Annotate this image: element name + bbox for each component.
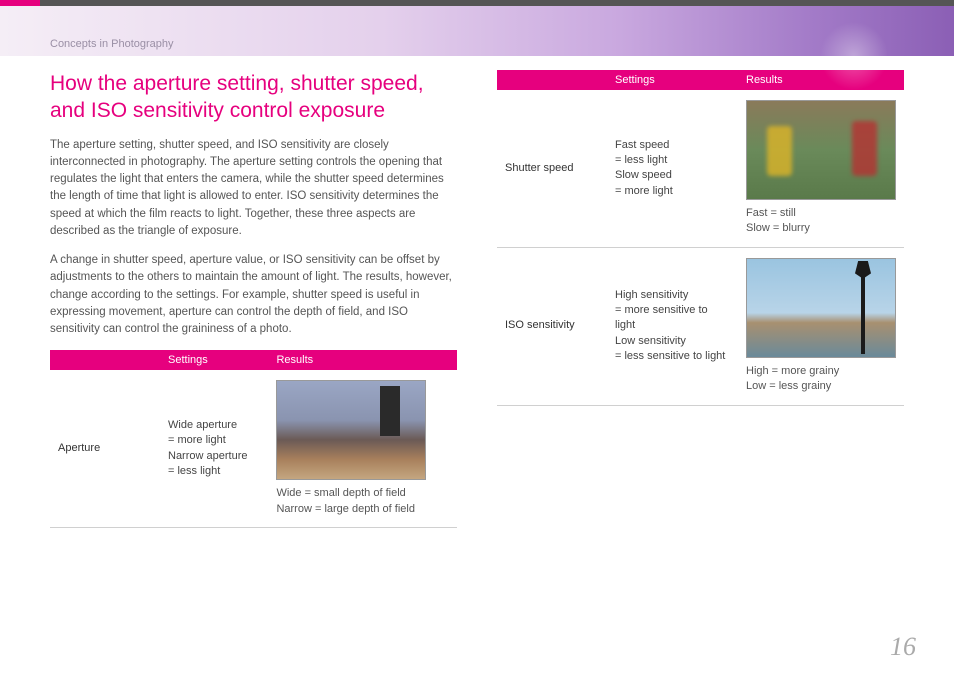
table-row: Shutter speed Fast speed= less lightSlow… [497,90,904,247]
exposure-table-right: Settings Results Shutter speed Fast spee… [497,70,904,406]
caption-iso: High = more grainyLow = less grainy [746,364,896,395]
exposure-table-left: Settings Results Aperture Wide aperture=… [50,350,457,528]
thumbnail-lamp [746,258,896,358]
intro-paragraph-1: The aperture setting, shutter speed, and… [50,137,457,241]
header-band: Concepts in Photography [0,6,954,56]
row-results-shutter: Fast = stillSlow = blurry [738,90,904,247]
row-label-aperture: Aperture [50,370,160,527]
thumbnail-cityscape [276,380,426,480]
row-label-iso: ISO sensitivity [497,247,607,405]
row-label-shutter: Shutter speed [497,90,607,247]
col-header-settings: Settings [607,70,738,90]
content-area: How the aperture setting, shutter speed,… [0,56,954,528]
caption-aperture: Wide = small depth of fieldNarrow = larg… [276,486,449,517]
col-header-blank [497,70,607,90]
breadcrumb: Concepts in Photography [50,38,174,50]
row-results-aperture: Wide = small depth of fieldNarrow = larg… [268,370,457,527]
table-row: ISO sensitivity High sensitivity= more s… [497,247,904,405]
right-column: Settings Results Shutter speed Fast spee… [497,70,904,528]
row-results-iso: High = more grainyLow = less grainy [738,247,904,405]
page-title: How the aperture setting, shutter speed,… [50,70,457,125]
caption-shutter: Fast = stillSlow = blurry [746,206,896,237]
row-settings-iso: High sensitivity= more sensitive to ligh… [607,247,738,405]
intro-paragraph-2: A change in shutter speed, aperture valu… [50,252,457,338]
table-row: Aperture Wide aperture= more lightNarrow… [50,370,457,527]
col-header-settings: Settings [160,350,268,370]
row-settings-aperture: Wide aperture= more lightNarrow aperture… [160,370,268,527]
page-number: 16 [890,632,916,662]
thumbnail-motion [746,100,896,200]
row-settings-shutter: Fast speed= less lightSlow speed= more l… [607,90,738,247]
left-column: How the aperture setting, shutter speed,… [50,70,457,528]
col-header-blank [50,350,160,370]
col-header-results: Results [268,350,457,370]
